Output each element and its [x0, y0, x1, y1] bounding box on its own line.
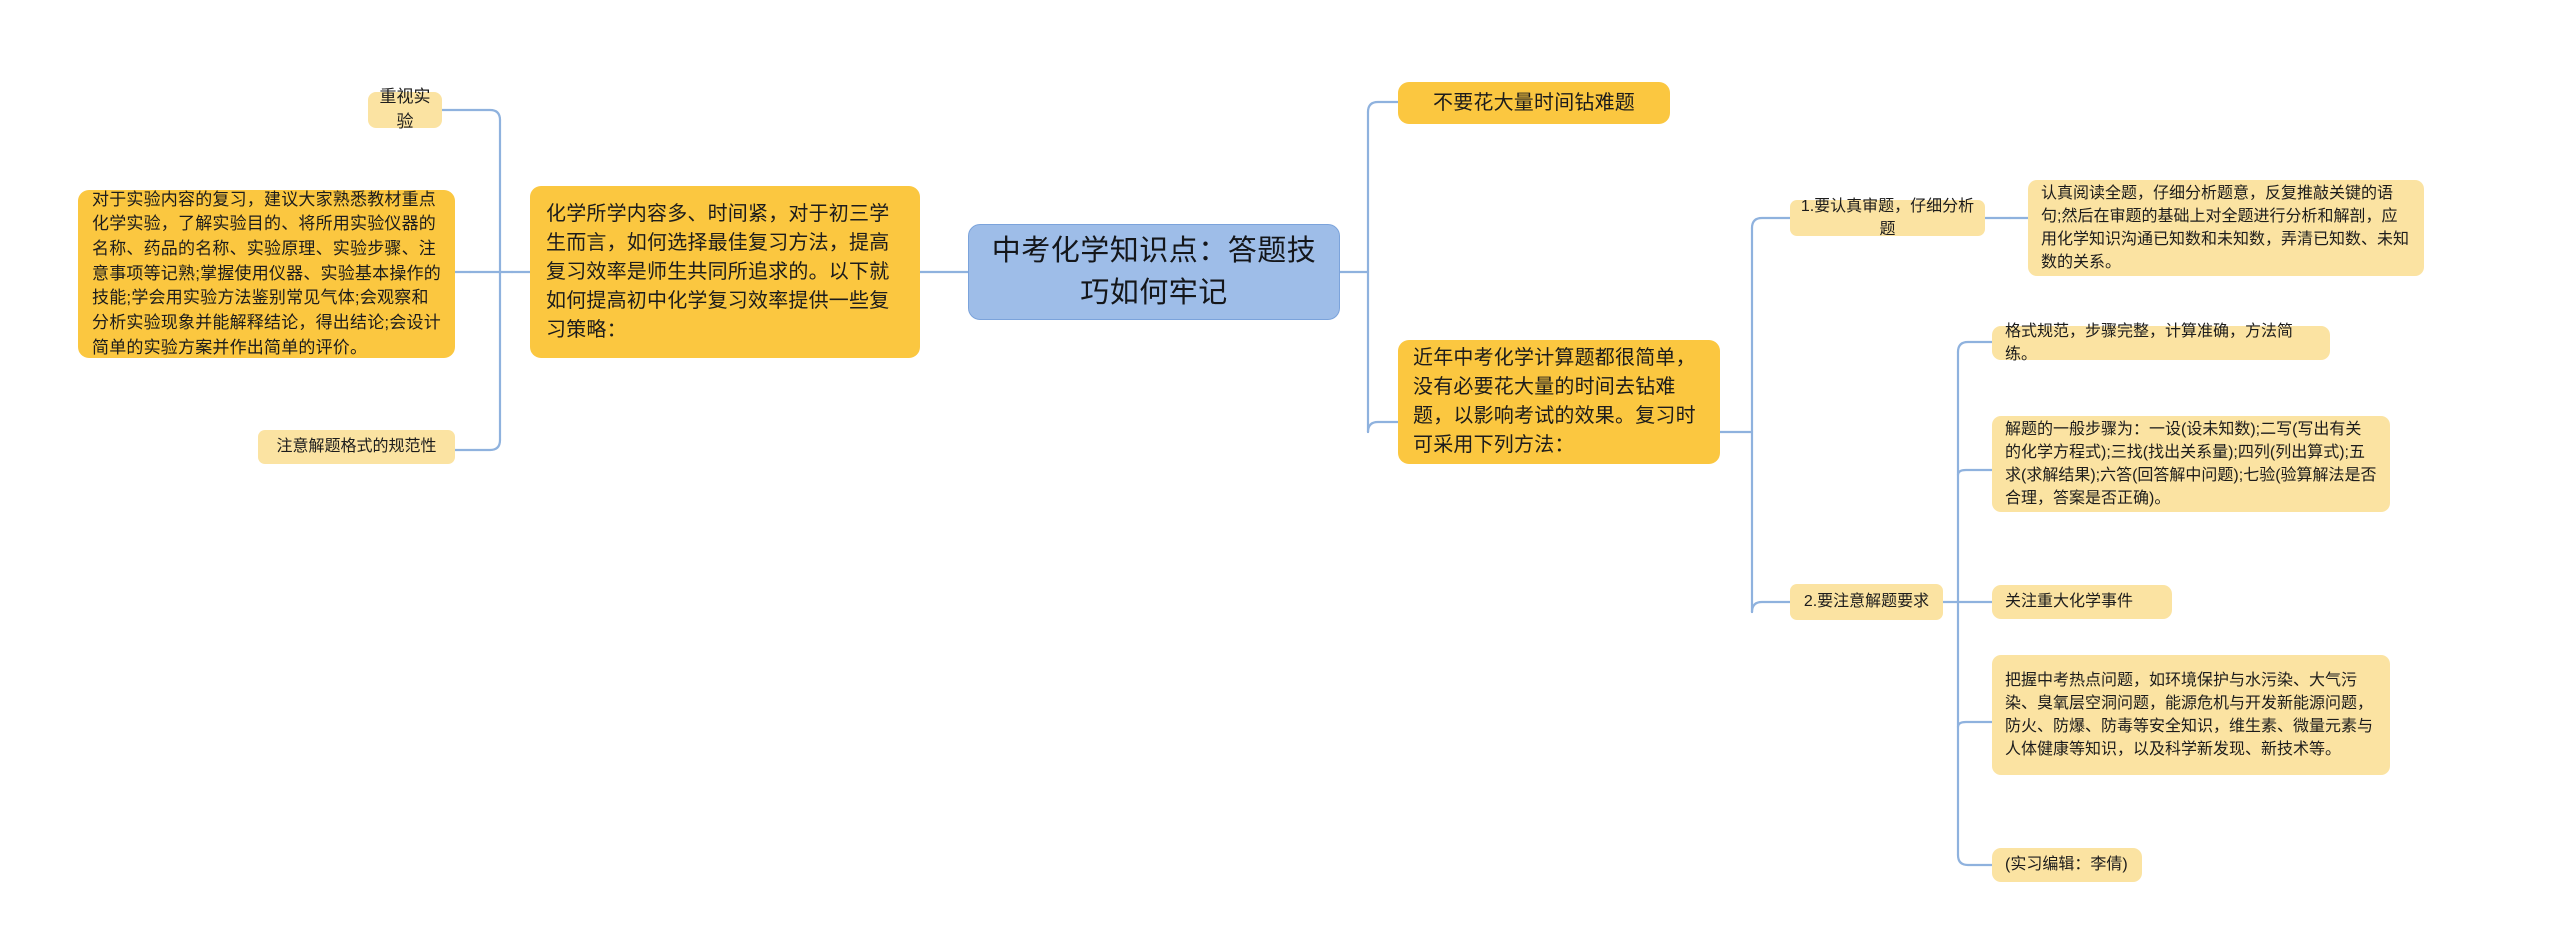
left-child-emphasize-experiment-label: 重视实验 [379, 87, 431, 131]
mindmap-canvas: 中考化学知识点：答题技巧如何牢记 化学所学内容多、时间紧，对于初三学生而言，如何… [0, 0, 2560, 951]
right-node-calc-method-label: 近年中考化学计算题都很简单，没有必要花大量的时间去钻难题，以影响考试的效果。复习… [1413, 347, 1696, 456]
right-node-no-hard-problems[interactable]: 不要花大量时间钻难题 [1398, 82, 1670, 124]
root-node[interactable]: 中考化学知识点：答题技巧如何牢记 [968, 224, 1340, 320]
left-child-emphasize-experiment[interactable]: 重视实验 [368, 87, 442, 131]
left-main-node-label: 化学所学内容多、时间紧，对于初三学生而言，如何选择最佳复习方法，提高复习效率是师… [546, 202, 890, 341]
right-topic-2-detail-2-label: 解题的一般步骤为：一设(设未知数);二写(写出有关的化学方程式);三找(找出关系… [2005, 420, 2377, 508]
right-topic-2-detail-1[interactable]: 格式规范，步骤完整，计算准确，方法简练。 [1992, 323, 2330, 363]
right-topic-1-detail-1[interactable]: 认真阅读全题，仔细分析题意，反复推敲关键的语句;然后在审题的基础上对全题进行分析… [2028, 180, 2424, 276]
left-child-answer-format-label: 注意解题格式的规范性 [276, 438, 437, 456]
right-topic-1-label: 1.要认真审题，仔细分析题 [1800, 197, 1975, 238]
left-child-experiment-review[interactable]: 对于实验内容的复习，建议大家熟悉教材重点化学实验，了解实验目的、将所用实验仪器的… [78, 190, 455, 358]
right-topic-2-detail-2[interactable]: 解题的一般步骤为：一设(设未知数);二写(写出有关的化学方程式);三找(找出关系… [1992, 416, 2390, 512]
left-child-answer-format[interactable]: 注意解题格式的规范性 [258, 430, 455, 464]
right-node-calc-method[interactable]: 近年中考化学计算题都很简单，没有必要花大量的时间去钻难题，以影响考试的效果。复习… [1398, 340, 1720, 464]
right-topic-1-detail-1-label: 认真阅读全题，仔细分析题意，反复推敲关键的语句;然后在审题的基础上对全题进行分析… [2041, 184, 2410, 272]
right-node-no-hard-problems-label: 不要花大量时间钻难题 [1433, 91, 1635, 114]
left-child-experiment-review-label: 对于实验内容的复习，建议大家熟悉教材重点化学实验，了解实验目的、将所用实验仪器的… [92, 189, 441, 357]
right-topic-2-detail-5-label: (实习编辑：李倩) [2005, 856, 2128, 874]
right-topic-2-detail-4-label: 把握中考热点问题，如环境保护与水污染、大气污染、臭氧层空洞问题，能源危机与开发新… [2005, 671, 2374, 759]
right-topic-2-detail-1-label: 格式规范，步骤完整，计算准确，方法简练。 [2005, 322, 2294, 363]
right-topic-1[interactable]: 1.要认真审题，仔细分析题 [1790, 198, 1985, 238]
right-topic-2[interactable]: 2.要注意解题要求 [1790, 584, 1943, 620]
right-topic-2-detail-4[interactable]: 把握中考热点问题，如环境保护与水污染、大气污染、臭氧层空洞问题，能源危机与开发新… [1992, 655, 2390, 775]
right-topic-2-detail-3-label: 关注重大化学事件 [2005, 593, 2134, 611]
right-topic-2-detail-5[interactable]: (实习编辑：李倩) [1992, 848, 2142, 882]
root-node-label: 中考化学知识点：答题技巧如何牢记 [991, 234, 1317, 309]
left-main-node[interactable]: 化学所学内容多、时间紧，对于初三学生而言，如何选择最佳复习方法，提高复习效率是师… [530, 186, 920, 358]
right-topic-2-detail-3[interactable]: 关注重大化学事件 [1992, 585, 2172, 619]
right-topic-2-label: 2.要注意解题要求 [1803, 593, 1930, 611]
